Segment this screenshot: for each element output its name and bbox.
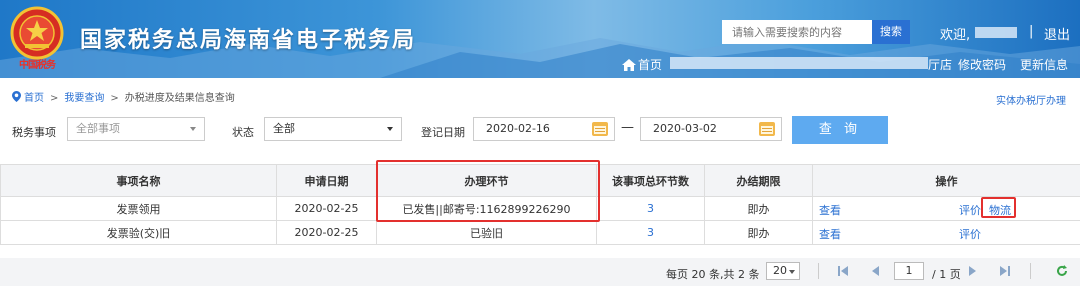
- next-page-icon[interactable]: [968, 266, 978, 276]
- search-input[interactable]: [722, 20, 872, 44]
- rate-link[interactable]: 评价: [959, 226, 981, 242]
- status-label: 状态: [232, 126, 254, 139]
- tax-item-select[interactable]: 全部事项: [67, 117, 205, 141]
- page-size-select[interactable]: 20: [766, 262, 800, 280]
- page-size-value: 20: [773, 264, 787, 277]
- breadcrumb-current: 办税进度及结果信息查询: [124, 93, 235, 104]
- welcome-text: 欢迎,: [940, 28, 971, 43]
- column-header: 操作: [812, 164, 1080, 197]
- query-button[interactable]: 查 询: [792, 116, 888, 144]
- change-password-link[interactable]: 修改密码: [958, 56, 1006, 73]
- actions-cell: 查看 评价: [812, 220, 1080, 245]
- page-number-input[interactable]: 1: [894, 262, 924, 280]
- table-row: 发票领用 2020-02-25 已发售||邮寄号:1162899226290 3…: [0, 196, 1080, 221]
- national-emblem: [10, 6, 64, 60]
- pager-divider: [818, 263, 819, 279]
- tax-item-value: 全部事项: [76, 122, 120, 135]
- date-start-value: 2020-02-16: [486, 122, 550, 135]
- table-header-row: 事项名称 申请日期 办理环节 该事项总环节数 办结期限 操作: [0, 164, 1080, 197]
- chevron-down-icon: [387, 127, 393, 131]
- stage-cell: 已发售||邮寄号:1162899226290: [376, 196, 597, 221]
- search-button[interactable]: 搜索: [872, 20, 910, 44]
- status-select[interactable]: 全部: [264, 117, 402, 141]
- header-separator: |: [1029, 24, 1034, 39]
- item-name-cell: 发票验(交)旧: [0, 220, 277, 245]
- view-link[interactable]: 查看: [819, 226, 841, 242]
- actions-cell: 查看 评价 物流: [812, 196, 1080, 221]
- first-page-icon[interactable]: [838, 266, 850, 276]
- hall-nav-link[interactable]: 厅店: [928, 56, 952, 73]
- page-total: / 1 页: [932, 268, 961, 281]
- item-name-cell: 发票领用: [0, 196, 277, 221]
- breadcrumb-home[interactable]: 首页: [24, 93, 44, 104]
- pagination-bar: 每页 20 条,共 2 条 20 1 / 1 页: [0, 258, 1080, 286]
- home-link-label: 首页: [638, 58, 663, 72]
- results-table: 事项名称 申请日期 办理环节 该事项总环节数 办结期限 操作 发票领用 2020…: [0, 164, 1080, 245]
- last-page-icon[interactable]: [998, 266, 1010, 276]
- pager-divider: [1030, 263, 1031, 279]
- date-end-input[interactable]: 2020-03-02: [640, 117, 782, 141]
- status-value: 全部: [273, 122, 295, 135]
- redacted-nav-items: [670, 57, 928, 69]
- emblem-caption: 中国税务: [19, 60, 56, 71]
- date-separator: —: [621, 120, 634, 135]
- view-link[interactable]: 查看: [819, 202, 841, 218]
- date-start-input[interactable]: 2020-02-16: [473, 117, 615, 141]
- column-header: 事项名称: [0, 164, 277, 197]
- redacted-username: [975, 27, 1017, 38]
- column-header: 该事项总环节数: [596, 164, 705, 197]
- deadline-cell: 即办: [704, 220, 813, 245]
- home-link[interactable]: 首页: [622, 56, 662, 73]
- location-pin-icon: [12, 91, 21, 102]
- site-title: 国家税务总局海南省电子税务局: [80, 28, 417, 53]
- calendar-icon[interactable]: [759, 122, 775, 136]
- column-header: 办结期限: [704, 164, 813, 197]
- total-steps-link[interactable]: 3: [596, 196, 705, 221]
- logistics-link[interactable]: 物流: [989, 202, 1011, 218]
- chevron-down-icon: [190, 127, 196, 131]
- apply-date-cell: 2020-02-25: [276, 220, 377, 245]
- table-row: 发票验(交)旧 2020-02-25 已验旧 3 即办 查看 评价: [0, 220, 1080, 245]
- breadcrumb: 首页 > 我要查询 > 办税进度及结果信息查询: [12, 89, 235, 104]
- total-steps-link[interactable]: 3: [596, 220, 705, 245]
- prev-page-icon[interactable]: [870, 266, 880, 276]
- date-label: 登记日期: [421, 126, 465, 139]
- logout-link[interactable]: 退出: [1044, 24, 1070, 43]
- apply-date-cell: 2020-02-25: [276, 196, 377, 221]
- pager-info: 每页 20 条,共 2 条: [666, 268, 760, 281]
- date-end-value: 2020-03-02: [653, 122, 717, 135]
- calendar-icon[interactable]: [592, 122, 608, 136]
- physical-hall-link[interactable]: 实体办税厅办理: [996, 92, 1066, 107]
- breadcrumb-query[interactable]: 我要查询: [64, 93, 104, 104]
- refresh-icon[interactable]: [1056, 265, 1068, 277]
- stage-cell: 已验旧: [376, 220, 597, 245]
- deadline-cell: 即办: [704, 196, 813, 221]
- home-icon: [622, 59, 636, 71]
- update-info-link[interactable]: 更新信息: [1020, 56, 1068, 73]
- tax-item-label: 税务事项: [12, 126, 56, 139]
- header-banner: 中国税务 国家税务总局海南省电子税务局 搜索 欢迎, | 退出 首页 厅店 修改…: [0, 0, 1080, 78]
- column-header: 办理环节: [376, 164, 597, 197]
- column-header: 申请日期: [276, 164, 377, 197]
- rate-link[interactable]: 评价: [959, 202, 981, 218]
